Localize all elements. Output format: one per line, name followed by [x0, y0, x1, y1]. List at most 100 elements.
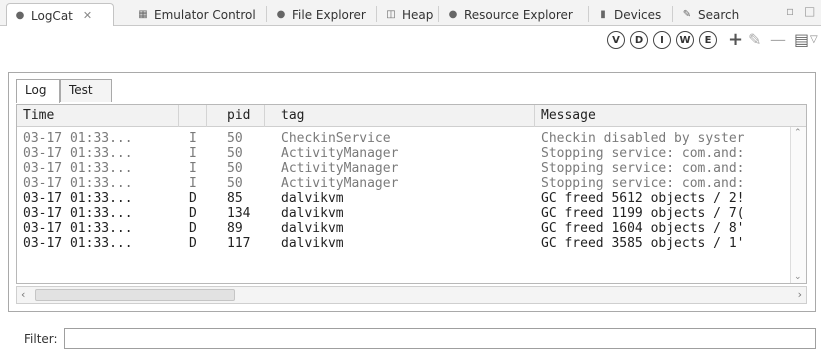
tab-resource-explorer[interactable]: ● Resource Explorer [440, 3, 579, 26]
tab-divider [438, 6, 439, 22]
tab-divider [266, 6, 267, 22]
cell-message: GC freed 3585 objects / 1' [541, 236, 745, 251]
cell-message: Stopping service: com.and: [541, 161, 745, 176]
cell-level: D [189, 191, 197, 206]
cell-time: 03-17 01:33... [23, 236, 133, 251]
cell-message: Checkin disabled by syster [541, 131, 745, 146]
tab-test[interactable]: Test [60, 79, 112, 102]
cell-message: Stopping service: com.and: [541, 146, 745, 161]
table-row[interactable]: 03-17 01:33... I 50 ActivityManager Stopping… [17, 146, 792, 161]
table-row[interactable]: 03-17 01:33... D 89 dalvikvm GC freed 1604 o… [17, 221, 792, 236]
horizontal-scroll-thumb[interactable] [35, 289, 235, 301]
cell-message: GC freed 1199 objects / 7( [541, 206, 745, 221]
cell-pid: 117 [227, 236, 251, 251]
cell-message: GC freed 5612 objects / 2! [541, 191, 745, 206]
table-row[interactable]: 03-17 01:33... I 50 ActivityManager Stopping… [17, 161, 792, 176]
tab-heap-label: Heap [402, 7, 434, 22]
horizontal-scrollbar[interactable]: ‹ › [16, 286, 807, 304]
filter-input[interactable] [64, 328, 816, 349]
tab-log[interactable]: Log [16, 79, 60, 103]
cell-tag: ActivityManager [281, 161, 399, 176]
cell-level: D [189, 236, 197, 251]
verbose-filter-button[interactable]: V [607, 31, 625, 49]
tab-file-explorer[interactable]: ● File Explorer [268, 3, 372, 26]
tab-devices[interactable]: ▮ Devices [590, 3, 667, 26]
debug-filter-button[interactable]: D [630, 31, 648, 49]
table-row[interactable]: 03-17 01:33... I 50 CheckinService Checkin d… [17, 131, 792, 146]
cell-level: I [189, 131, 197, 146]
cell-pid: 85 [227, 191, 243, 206]
logcat-toolbar: V D I W E + ✎ — ▤ ▽ [0, 26, 821, 54]
warn-filter-button[interactable]: W [676, 31, 694, 49]
add-filter-icon[interactable]: + [728, 31, 743, 49]
table-header: Time pid tag Message [17, 105, 806, 127]
tab-devices-label: Devices [614, 7, 662, 22]
cell-level: D [189, 221, 197, 236]
tab-logcat-label: LogCat [31, 8, 73, 23]
tab-heap[interactable]: ◫ Heap [378, 3, 439, 26]
cell-tag: dalvikvm [281, 236, 344, 251]
filter-label: Filter: [24, 332, 58, 346]
tab-emulator-control[interactable]: ▦ Emulator Control [130, 3, 262, 26]
remove-filter-icon[interactable]: — [770, 31, 786, 49]
column-tag[interactable]: tag [265, 105, 535, 127]
cell-tag: CheckinService [281, 131, 391, 146]
cell-time: 03-17 01:33... [23, 161, 133, 176]
clear-log-icon[interactable]: ▤ [794, 31, 809, 49]
vertical-scrollbar[interactable]: ⌃ ⌄ [790, 127, 806, 283]
table-row[interactable]: 03-17 01:33... D 117 dalvikvm GC freed 3585 … [17, 236, 792, 251]
maximize-icon[interactable]: □ [804, 4, 815, 18]
cell-tag: ActivityManager [281, 176, 399, 191]
cell-message: GC freed 1604 objects / 8' [541, 221, 745, 236]
tab-resource-explorer-label: Resource Explorer [464, 7, 573, 22]
cell-time: 03-17 01:33... [23, 176, 133, 191]
cell-pid: 50 [227, 146, 243, 161]
cell-pid: 50 [227, 176, 243, 191]
view-menu-icon[interactable]: ▽ [810, 31, 818, 49]
edit-filter-icon[interactable]: ✎ [748, 31, 761, 49]
info-filter-button[interactable]: I [653, 31, 671, 49]
cell-level: I [189, 161, 197, 176]
cell-pid: 89 [227, 221, 243, 236]
scroll-down-icon[interactable]: ⌄ [794, 272, 802, 282]
cell-tag: ActivityManager [281, 146, 399, 161]
column-message[interactable]: Message [535, 105, 806, 127]
close-icon[interactable]: ✕ [83, 9, 92, 22]
column-level[interactable] [179, 105, 207, 127]
log-table: Time pid tag Message 03-17 01:33... I 50 Ch… [16, 104, 807, 284]
emulator-icon: ▦ [138, 9, 148, 20]
cell-pid: 50 [227, 161, 243, 176]
table-row[interactable]: 03-17 01:33... D 85 dalvikvm GC freed 5612 o… [17, 191, 792, 206]
cell-time: 03-17 01:33... [23, 221, 133, 236]
tab-divider [672, 6, 673, 22]
scroll-left-icon[interactable]: ‹ [21, 288, 25, 301]
search-icon: ✎ [682, 9, 692, 20]
tab-emulator-control-label: Emulator Control [154, 7, 256, 22]
logcat-icon: ● [15, 10, 25, 21]
cell-level: I [189, 146, 197, 161]
table-row[interactable]: 03-17 01:33... I 50 ActivityManager Stopping… [17, 176, 792, 191]
scroll-up-icon[interactable]: ⌃ [794, 128, 802, 138]
scroll-right-icon[interactable]: › [798, 288, 802, 301]
tab-search-label: Search [698, 7, 740, 22]
cell-message: Stopping service: com.and: [541, 176, 745, 191]
cell-time: 03-17 01:33... [23, 131, 133, 146]
tab-search[interactable]: ✎ Search [674, 3, 745, 26]
cell-level: D [189, 206, 197, 221]
table-row[interactable]: 03-17 01:33... D 134 dalvikvm GC freed 1199 … [17, 206, 792, 221]
error-filter-button[interactable]: E [699, 31, 717, 49]
file-explorer-icon: ● [276, 9, 286, 20]
minimize-icon[interactable]: ▫ [786, 4, 794, 18]
cell-pid: 50 [227, 131, 243, 146]
view-tab-strip: ● LogCat ✕ ▦ Emulator Control ● File Exp… [0, 0, 821, 27]
tab-divider [376, 6, 377, 22]
cell-tag: dalvikvm [281, 206, 344, 221]
cell-pid: 134 [227, 206, 251, 221]
column-time[interactable]: Time [17, 105, 179, 127]
heap-icon: ◫ [386, 9, 396, 20]
tab-file-explorer-label: File Explorer [292, 7, 366, 22]
column-pid[interactable]: pid [207, 105, 265, 127]
cell-tag: dalvikvm [281, 221, 344, 236]
cell-time: 03-17 01:33... [23, 206, 133, 221]
tab-logcat[interactable]: ● LogCat ✕ [6, 3, 114, 27]
